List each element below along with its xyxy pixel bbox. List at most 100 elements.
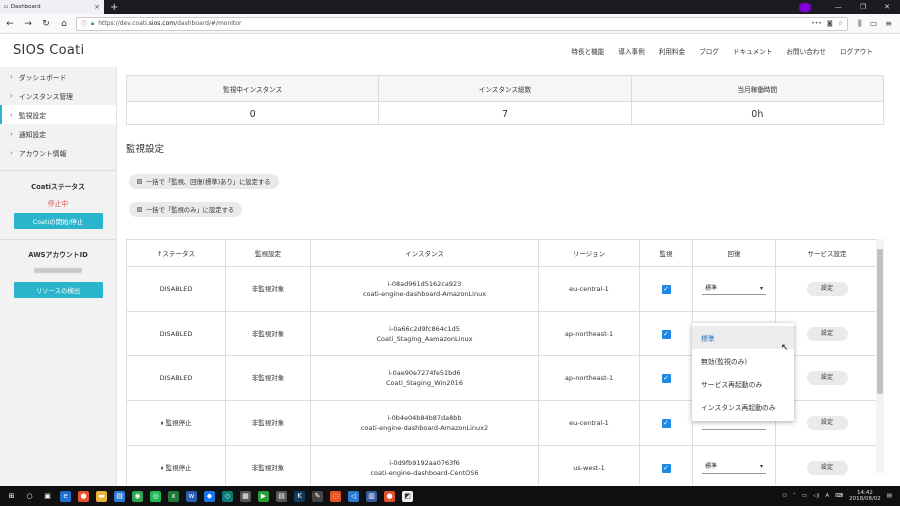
- bulk-monitor-recovery-button[interactable]: 一括で「監視、回復(標準)あり」に設定する: [129, 174, 279, 189]
- table-row: ⏸ 監視停止 非監視対象 i-0d9fb9192aa0763f6 coati-en…: [126, 444, 878, 485]
- aws-account-box: AWSアカウントID リソースの検出: [0, 239, 116, 308]
- edge-icon[interactable]: e: [60, 490, 71, 502]
- monitor-checkbox[interactable]: ✓: [661, 463, 671, 473]
- instance-cell: i-0ae90e7274fe51bd6 Coati_Staging_Win2016: [310, 355, 539, 402]
- service-settings-button[interactable]: 設定: [806, 326, 848, 341]
- store-icon[interactable]: ▤: [114, 490, 125, 502]
- monitor-checkbox[interactable]: ✓: [661, 374, 671, 384]
- monitor-checkbox[interactable]: ✓: [661, 329, 671, 339]
- status-cell: ⏸ 監視停止: [126, 444, 226, 485]
- monitor-setting-cell: 非監視対象: [225, 444, 311, 485]
- app-icon[interactable]: ✎: [312, 490, 323, 502]
- app-icon[interactable]: ▦: [240, 490, 251, 502]
- col-status[interactable]: ↑ステータス: [126, 239, 226, 267]
- back-icon[interactable]: ←: [4, 18, 16, 30]
- page-actions-icon[interactable]: •••: [811, 20, 822, 27]
- app-icon[interactable]: ▤: [276, 490, 287, 502]
- forward-icon[interactable]: →: [22, 18, 34, 30]
- spotify-icon[interactable]: ◎: [150, 490, 161, 502]
- sidebar-item-dashboard[interactable]: › ダッシュボード: [0, 67, 116, 86]
- excel-icon[interactable]: x: [168, 490, 179, 502]
- app-icon[interactable]: ◇: [222, 490, 233, 502]
- firefox-icon[interactable]: ●: [78, 490, 89, 502]
- maximize-icon[interactable]: ❐: [860, 3, 866, 11]
- volume-icon[interactable]: ◁): [813, 493, 819, 499]
- clock[interactable]: 14:42 2018/08/02: [849, 490, 881, 502]
- minimize-icon[interactable]: —: [835, 3, 842, 11]
- page-title: 監視設定: [126, 144, 165, 155]
- close-tab-icon[interactable]: ×: [94, 3, 100, 11]
- col-service: サービス設定: [775, 239, 878, 267]
- table-header-row: ↑ステータス 監視設定 インスタンス リージョン 監視 回復 サービス設定: [126, 239, 878, 267]
- logo[interactable]: SIOS Coati: [0, 43, 84, 58]
- sidebar-item-account[interactable]: › アカウント情報: [0, 143, 116, 162]
- dropdown-option-monitor-only[interactable]: 無効(監視のみ): [692, 349, 794, 372]
- library-icon[interactable]: ⫼: [858, 19, 862, 29]
- dropdown-option-instance-restart[interactable]: インスタンス再起動のみ: [692, 395, 794, 418]
- instance-cell: i-0b4e04b84b87da8bb coati-engine-dashboar…: [310, 400, 539, 446]
- monitor-checkbox[interactable]: ✓: [661, 418, 671, 428]
- mouse-cursor-icon: ↖: [781, 343, 789, 353]
- checkbox-icon: [137, 207, 142, 212]
- notifications-icon[interactable]: ▤: [887, 493, 892, 499]
- sidebar-toggle-icon[interactable]: ▭: [870, 19, 878, 29]
- app-icon[interactable]: ●: [384, 490, 395, 502]
- nav-docs[interactable]: ドキュメント: [733, 46, 773, 56]
- task-view-icon[interactable]: ▣: [42, 491, 53, 502]
- service-settings-button[interactable]: 設定: [806, 371, 848, 386]
- site-header: SIOS Coati 特長と機能 導入事例 利用料金 ブログ ドキュメント お問…: [0, 34, 900, 67]
- new-tab-icon[interactable]: +: [110, 2, 118, 13]
- bookmark-star-icon[interactable]: ☆: [838, 20, 843, 27]
- app-icon[interactable]: K: [294, 490, 305, 502]
- network-icon[interactable]: ▭: [802, 493, 807, 499]
- dropdown-option-standard[interactable]: 標準: [692, 326, 794, 349]
- maps-icon[interactable]: ◆: [204, 490, 215, 502]
- stat-hours: 当月稼働時間 0h: [631, 76, 883, 124]
- vscode-icon[interactable]: ◁: [348, 490, 359, 502]
- resource-detect-button[interactable]: リソースの検出: [13, 282, 103, 298]
- nav-cases[interactable]: 導入事例: [618, 46, 644, 56]
- service-settings-button[interactable]: 設定: [806, 415, 848, 430]
- url-bar[interactable]: ⓘ 🔒︎ https://dev.coati.sios.com/dashboar…: [76, 16, 849, 31]
- app-icon[interactable]: ◩: [402, 490, 413, 502]
- app-icon[interactable]: ▶: [258, 490, 269, 502]
- sidebar-item-notifications[interactable]: › 通知設定: [0, 124, 116, 143]
- coati-toggle-button[interactable]: Coatiの開始/停止: [13, 213, 103, 229]
- dropdown-option-service-restart[interactable]: サービス再起動のみ: [692, 372, 794, 395]
- chevron-right-icon: ›: [10, 72, 13, 81]
- search-icon[interactable]: ○: [24, 491, 35, 502]
- nav-contact[interactable]: お問い合わせ: [786, 46, 826, 56]
- chrome-icon[interactable]: ◉: [132, 490, 143, 502]
- menu-icon[interactable]: ≡: [885, 19, 892, 29]
- nav-pricing[interactable]: 利用料金: [659, 46, 685, 56]
- info-icon[interactable]: ⓘ: [81, 19, 87, 28]
- app-icon[interactable]: ▥: [366, 490, 377, 502]
- service-settings-button[interactable]: 設定: [806, 281, 848, 296]
- window-close-icon[interactable]: ✕: [884, 3, 890, 11]
- nav-blog[interactable]: ブログ: [699, 46, 719, 56]
- people-icon[interactable]: ⚇: [782, 493, 787, 499]
- explorer-icon[interactable]: ▬: [96, 490, 107, 502]
- scrollbar-thumb[interactable]: [877, 249, 883, 394]
- tray-chevron-icon[interactable]: ˄: [793, 493, 796, 499]
- recovery-select[interactable]: 標準 ▾: [702, 462, 766, 474]
- service-settings-button[interactable]: 設定: [806, 460, 848, 475]
- table-scrollbar[interactable]: [876, 239, 884, 473]
- ime-icon[interactable]: A: [825, 493, 829, 499]
- windows-start-icon[interactable]: ⊞: [6, 491, 17, 502]
- pocket-icon[interactable]: ◙: [827, 20, 833, 27]
- reload-icon[interactable]: ↻: [40, 18, 52, 30]
- nav-features[interactable]: 特長と機能: [571, 46, 604, 56]
- word-icon[interactable]: w: [186, 490, 197, 502]
- sidebar-item-instances[interactable]: › インスタンス管理: [0, 86, 116, 105]
- checkbox-icon: [137, 179, 142, 184]
- bulk-monitor-only-button[interactable]: 一括で「監視のみ」に設定する: [129, 202, 243, 217]
- home-icon[interactable]: ⌂: [58, 18, 70, 30]
- nav-logout[interactable]: ログアウト: [840, 46, 873, 56]
- ubuntu-icon[interactable]: ◌: [330, 490, 341, 502]
- browser-tab[interactable]: ▫ Dashboard ×: [0, 0, 104, 14]
- monitor-checkbox[interactable]: ✓: [661, 284, 671, 294]
- keyboard-icon[interactable]: ⌨: [835, 493, 843, 499]
- sidebar-item-monitoring[interactable]: › 監視設定: [0, 105, 116, 124]
- recovery-select[interactable]: 標準 ▾: [702, 283, 766, 296]
